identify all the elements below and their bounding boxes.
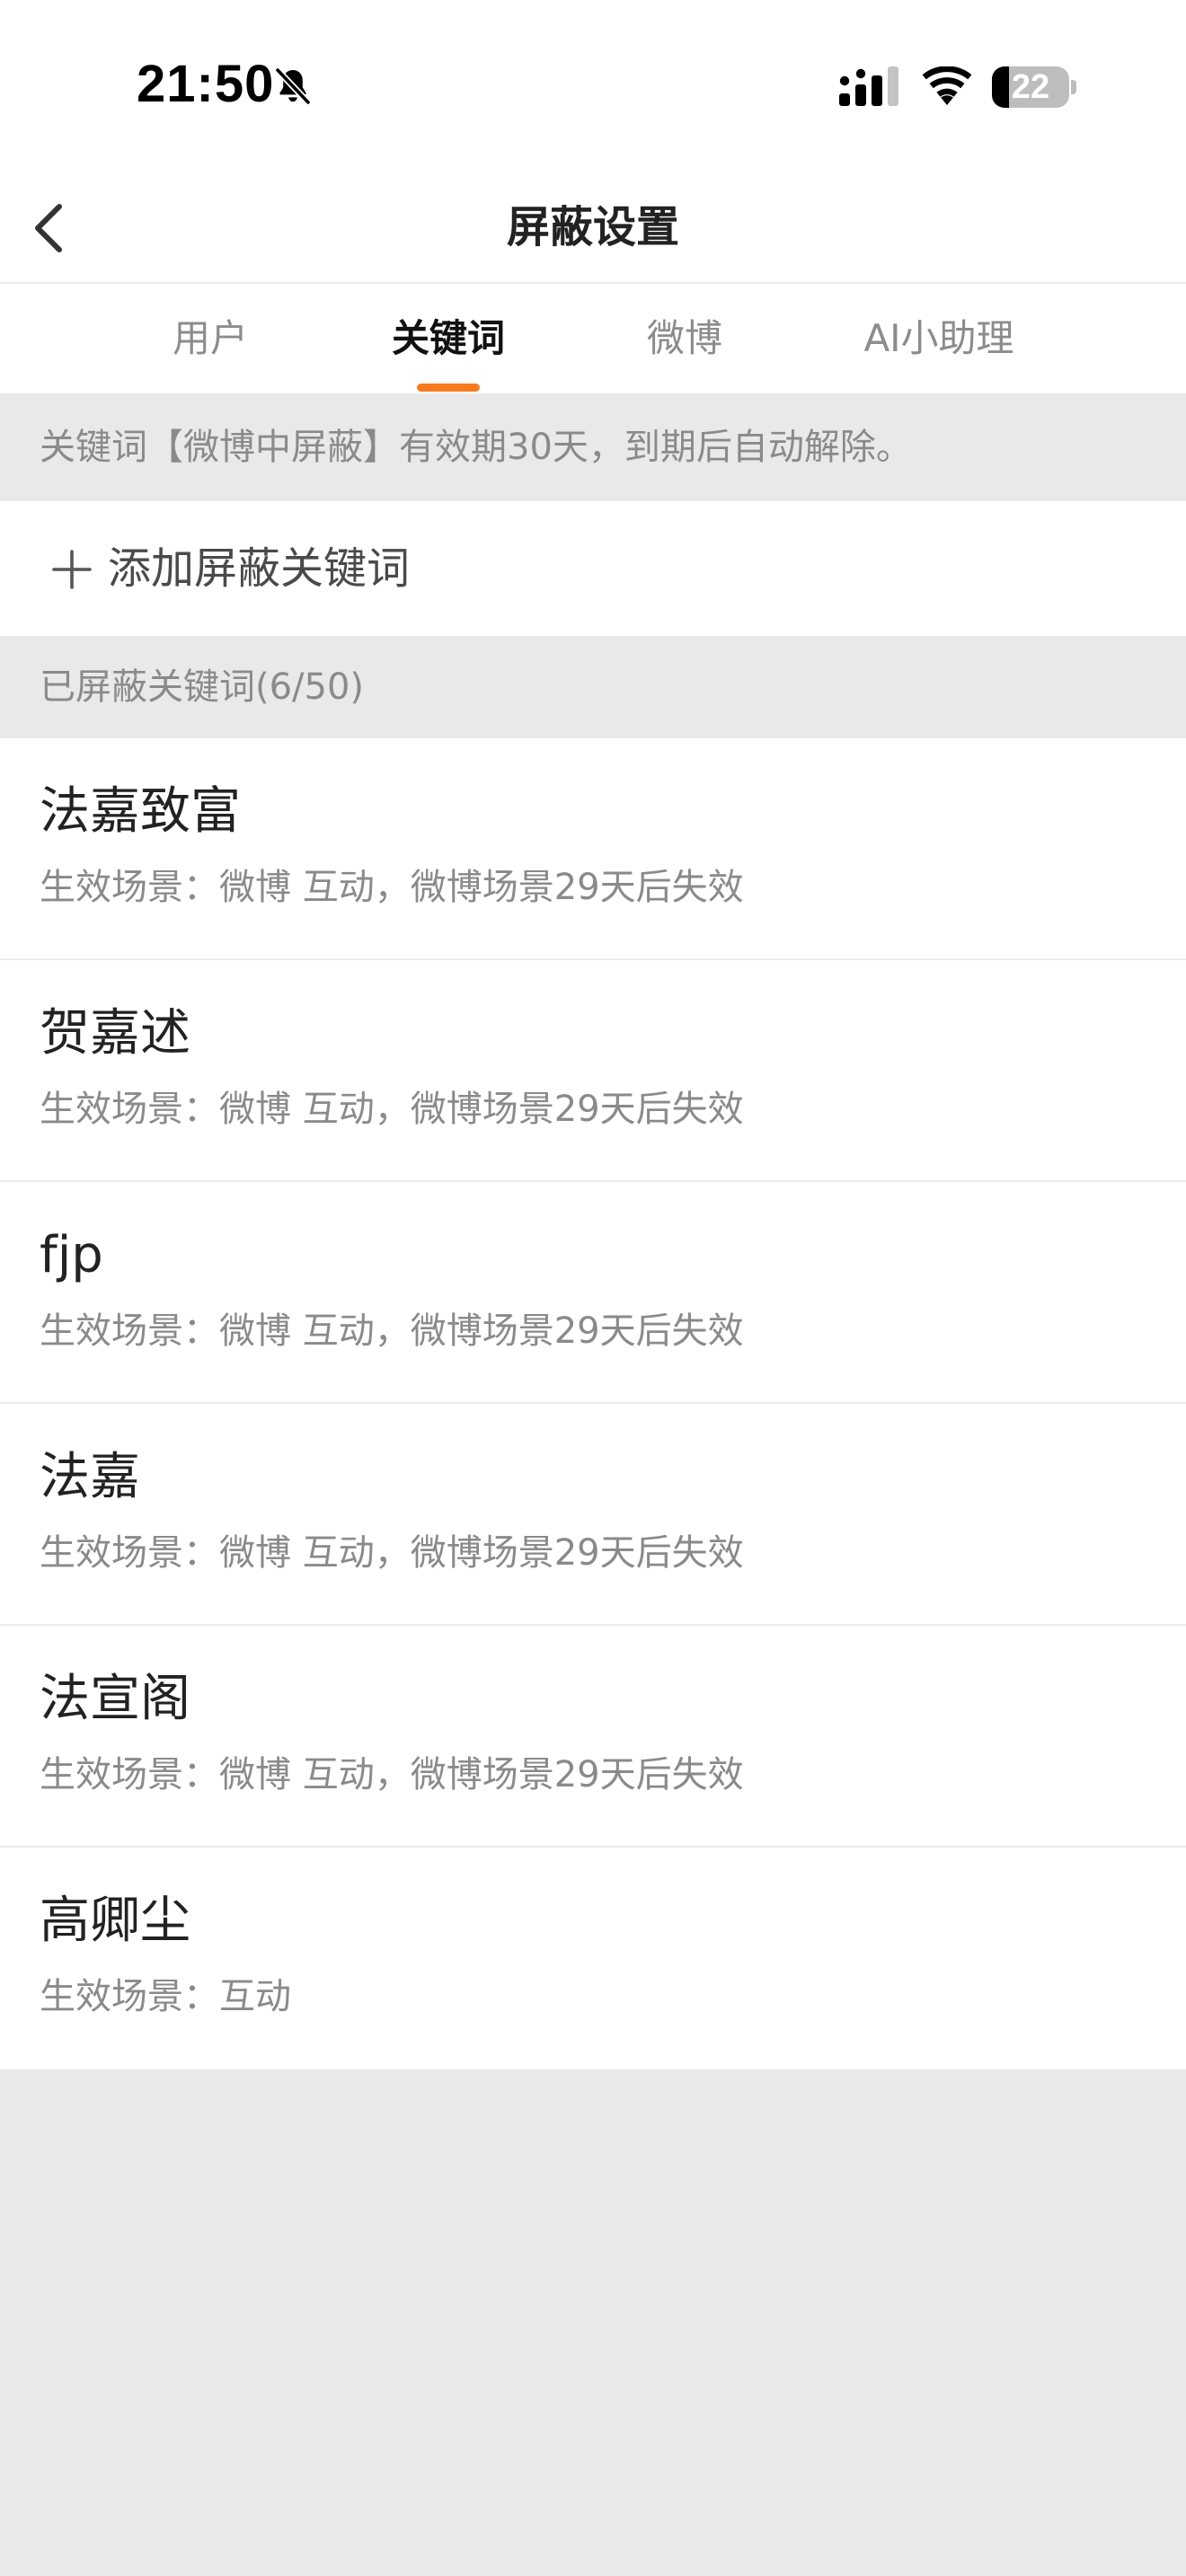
page-title: 屏蔽设置 bbox=[506, 202, 679, 252]
keyword-row[interactable]: fjp 生效场景：微博 互动，微博场景29天后失效 bbox=[0, 1182, 1186, 1404]
plus-icon bbox=[52, 550, 92, 589]
tab-weibo[interactable]: 微博 bbox=[647, 284, 722, 393]
keyword-scene: 生效场景：微博 互动，微博场景29天后失效 bbox=[40, 867, 744, 908]
keyword-row[interactable]: 高卿尘 生效场景：互动 bbox=[0, 1848, 1186, 2069]
keyword-scene: 生效场景：互动 bbox=[40, 1976, 291, 2017]
keyword-scene: 生效场景：微博 互动，微博场景29天后失效 bbox=[40, 1754, 744, 1795]
wifi-icon bbox=[922, 66, 972, 105]
keyword-text: 法嘉致富 bbox=[40, 782, 241, 841]
tab-users[interactable]: 用户 bbox=[173, 284, 248, 393]
tab-keywords[interactable]: 关键词 bbox=[392, 284, 505, 393]
keyword-row[interactable]: 法嘉致富 生效场景：微博 互动，微博场景29天后失效 bbox=[0, 738, 1186, 960]
keyword-row[interactable]: 法宣阁 生效场景：微博 互动，微博场景29天后失效 bbox=[0, 1626, 1186, 1848]
keyword-text: 高卿尘 bbox=[40, 1892, 190, 1950]
battery-tip bbox=[1071, 80, 1076, 94]
keyword-text: 法宣阁 bbox=[40, 1670, 190, 1728]
battery-level: 22 bbox=[1011, 68, 1050, 106]
keyword-scene: 生效场景：微博 互动，微博场景29天后失效 bbox=[40, 1089, 744, 1130]
active-tab-indicator bbox=[417, 384, 480, 392]
battery-indicator: 22 bbox=[992, 66, 1078, 108]
tab-ai-assistant[interactable]: AI小助理 bbox=[863, 284, 1013, 393]
status-time: 21:50 bbox=[137, 55, 275, 113]
bell-slash-icon bbox=[274, 66, 312, 106]
add-keyword-label[interactable]: 添加屏蔽关键词 bbox=[108, 501, 410, 636]
chevron-left-icon[interactable] bbox=[20, 196, 84, 260]
cellular-signal-icon bbox=[839, 66, 898, 106]
keyword-text: 贺嘉述 bbox=[40, 1004, 190, 1063]
tab-bar: 用户 关键词 微博 AI小助理 bbox=[0, 284, 1186, 393]
blocked-keywords-header: 已屏蔽关键词(6/50) bbox=[0, 636, 1186, 738]
keyword-scene: 生效场景：微博 互动，微博场景29天后失效 bbox=[40, 1310, 744, 1352]
expiry-notice: 关键词【微博中屏蔽】有效期30天，到期后自动解除。 bbox=[0, 393, 1186, 501]
nav-bar: 屏蔽设置 bbox=[0, 171, 1186, 284]
keyword-list: 法嘉致富 生效场景：微博 互动，微博场景29天后失效 贺嘉述 生效场景：微博 互… bbox=[0, 738, 1186, 2069]
keyword-scene: 生效场景：微博 互动，微博场景29天后失效 bbox=[40, 1532, 744, 1574]
battery-body: 22 bbox=[992, 66, 1069, 108]
status-bar: 21:50 22 bbox=[0, 0, 1186, 171]
keyword-text: fjp bbox=[40, 1226, 103, 1284]
keyword-row[interactable]: 法嘉 生效场景：微博 互动，微博场景29天后失效 bbox=[0, 1404, 1186, 1626]
keyword-text: 法嘉 bbox=[40, 1448, 140, 1506]
keyword-row[interactable]: 贺嘉述 生效场景：微博 互动，微博场景29天后失效 bbox=[0, 960, 1186, 1182]
